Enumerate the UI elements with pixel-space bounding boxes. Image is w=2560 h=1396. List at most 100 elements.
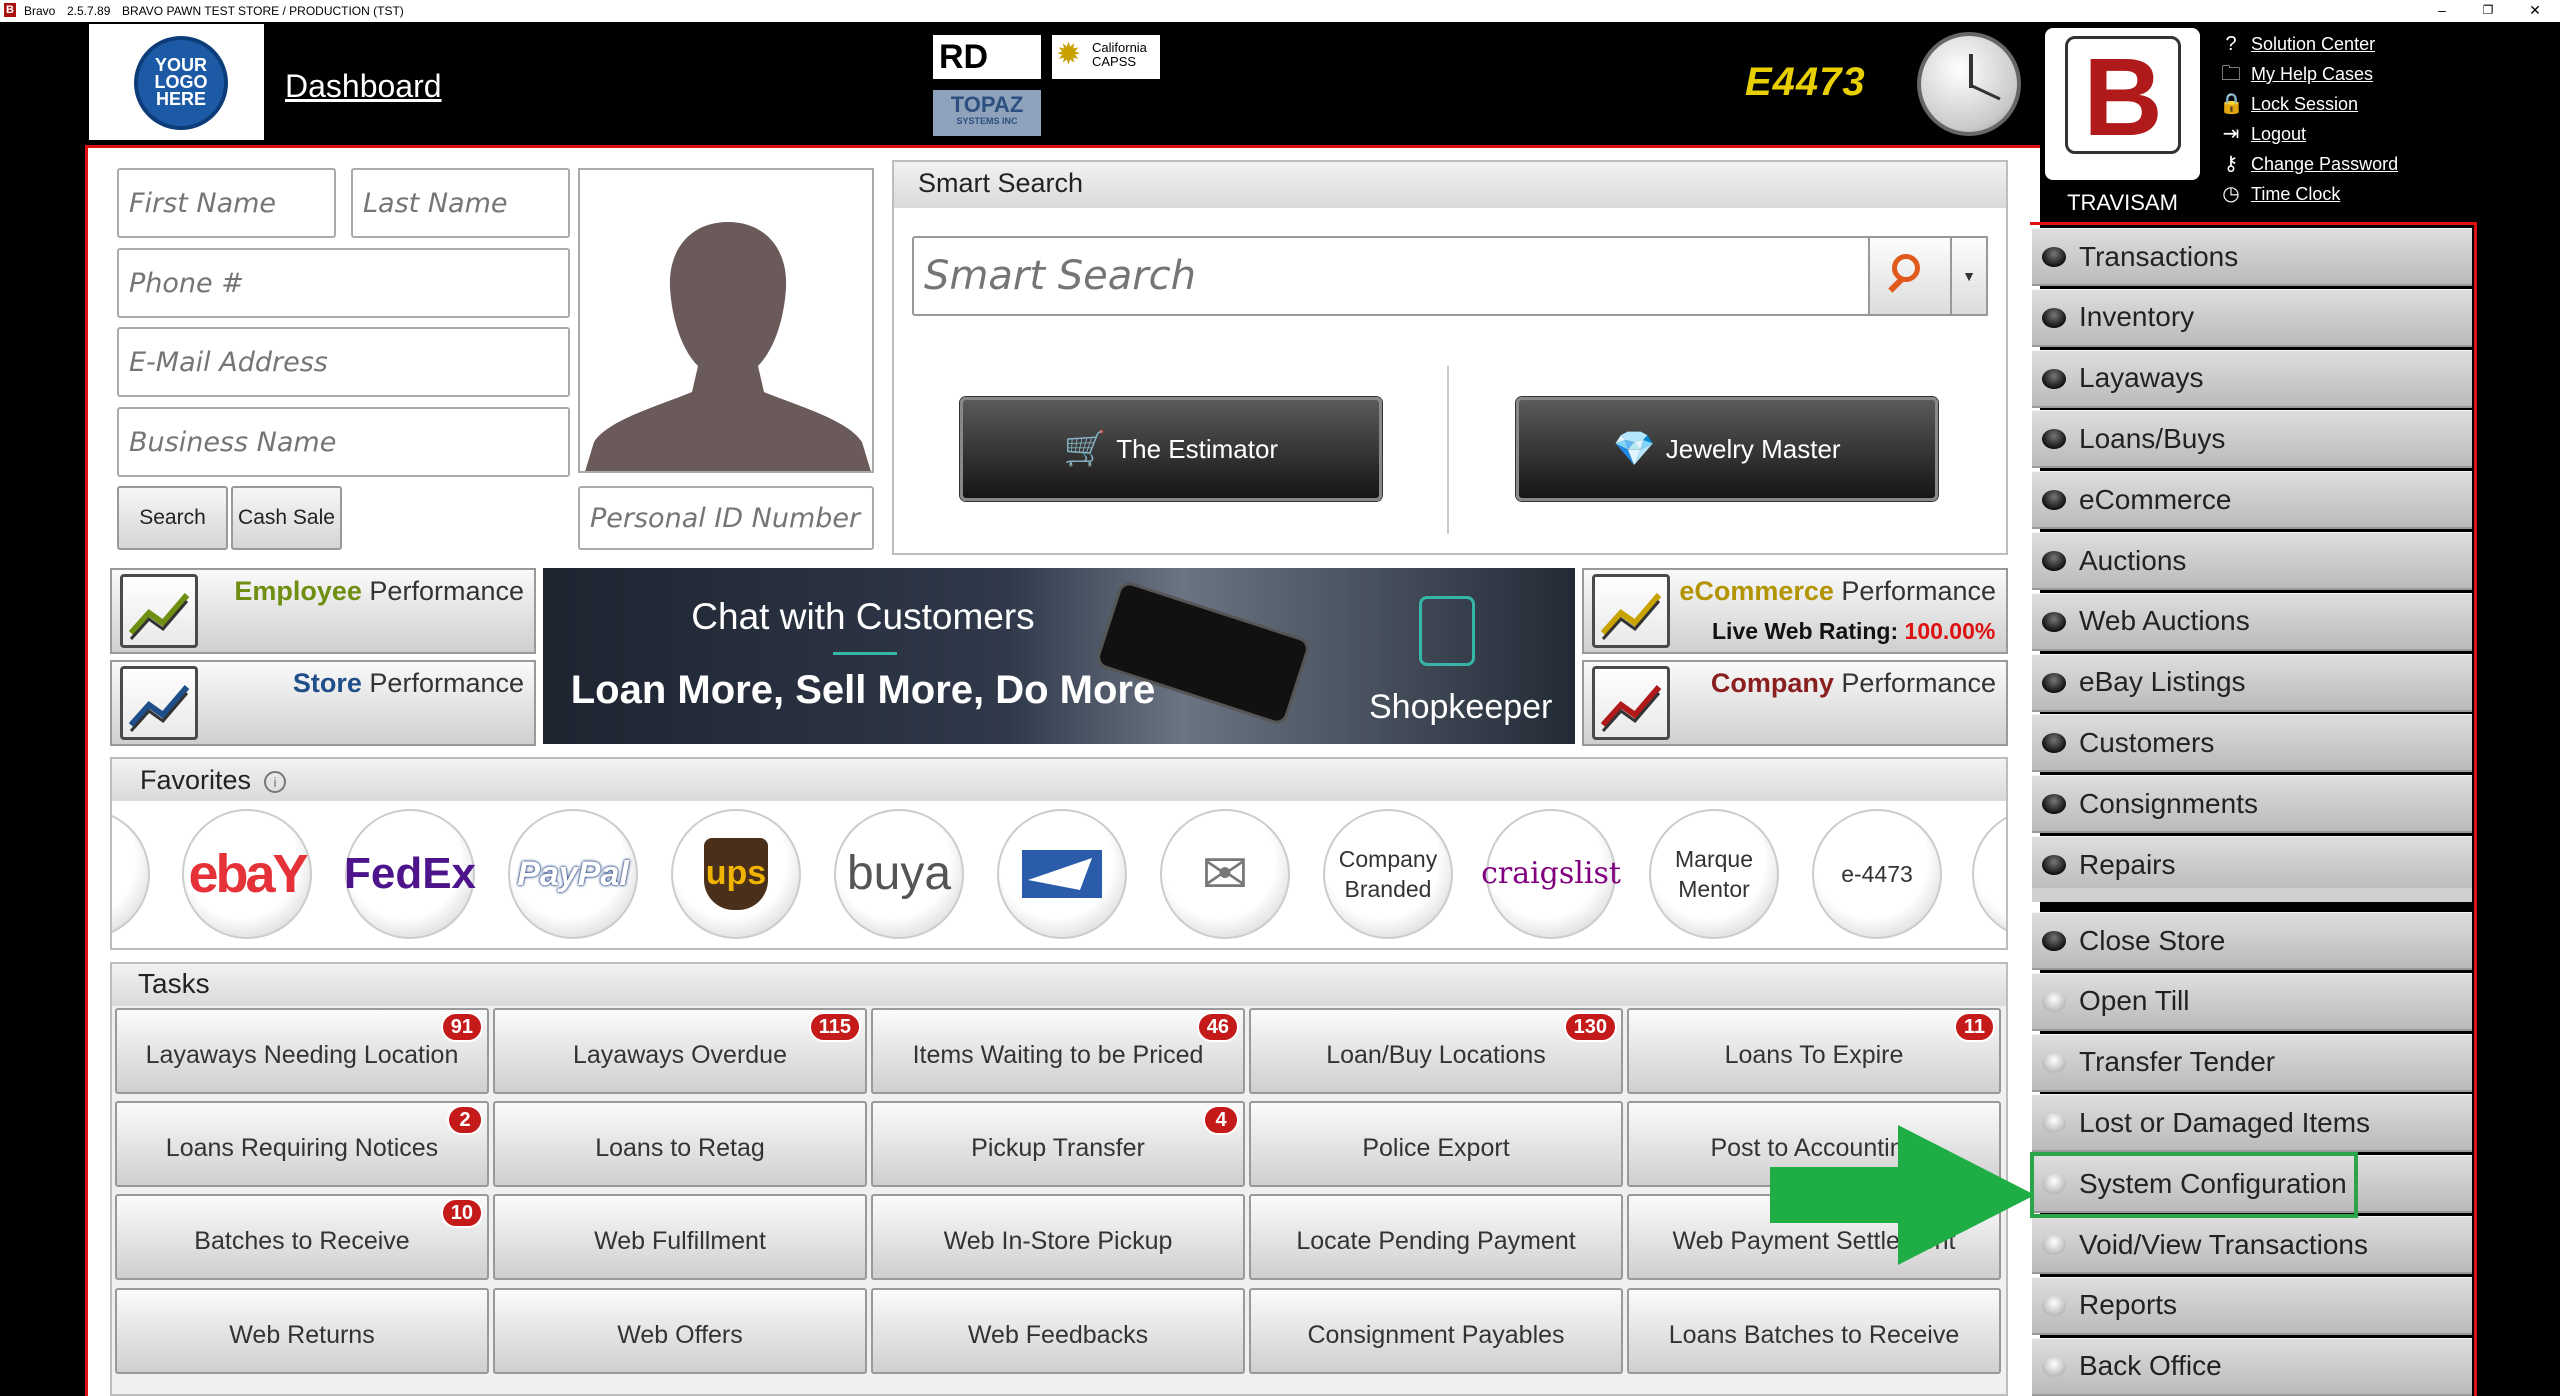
favorite-e4473[interactable]: e-4473: [1812, 809, 1942, 939]
sidebar-item-close-store[interactable]: Close Store: [2032, 912, 2472, 970]
store-highlight: Store: [292, 668, 362, 698]
smart-search-input[interactable]: [912, 236, 1870, 316]
favorite-company-branded[interactable]: Company Branded: [1323, 809, 1453, 939]
business-name-field[interactable]: [117, 407, 570, 477]
app-version: 2.5.7.89: [67, 4, 111, 18]
favorite-marque-mentor[interactable]: Marque Mentor: [1649, 809, 1779, 939]
personal-id-field[interactable]: [578, 486, 874, 550]
web-rating: Live Web Rating: 100.00%: [1712, 618, 1995, 645]
task-layaways-needing-location[interactable]: Layaways Needing Location 91: [115, 1008, 489, 1094]
task-items-waiting-to-be-priced[interactable]: Items Waiting to be Priced 46: [871, 1008, 1245, 1094]
sidebar-item-label: Loans/Buys: [2079, 422, 2226, 454]
first-name-field[interactable]: [117, 168, 336, 238]
link-change-password[interactable]: ⚷ Change Password: [2219, 150, 2398, 178]
link-label: Solution Center: [2251, 34, 2376, 54]
link-lock-session[interactable]: 🔒 Lock Session: [2219, 90, 2358, 118]
task-label: Web In-Store Pickup: [943, 1226, 1173, 1255]
topaz-badge[interactable]: TOPAZ SYSTEMS INC: [933, 90, 1041, 136]
sidebar-item-web-auctions[interactable]: Web Auctions: [2032, 592, 2472, 651]
task-consignment-payables[interactable]: Consignment Payables: [1249, 1288, 1623, 1374]
smart-search-dropdown[interactable]: ▼: [1952, 236, 1988, 316]
sidebar-item-auctions[interactable]: Auctions: [2032, 532, 2472, 590]
customer-photo[interactable]: [578, 168, 874, 473]
task-layaways-overdue[interactable]: Layaways Overdue 115: [493, 1008, 867, 1094]
link-solution-center[interactable]: ? Solution Center: [2219, 30, 2375, 58]
task-web-in-store-pickup[interactable]: Web In-Store Pickup: [871, 1194, 1245, 1280]
task-loans-to-retag[interactable]: Loans to Retag: [493, 1101, 867, 1187]
email-field[interactable]: [117, 327, 570, 397]
favorite-ebay[interactable]: ebaY: [182, 809, 312, 939]
sidebar-item-label: Transactions: [2079, 240, 2239, 272]
task-label: Police Export: [1362, 1133, 1510, 1162]
highlight-box: [2030, 1152, 2358, 1218]
link-label: Time Clock: [2251, 184, 2341, 204]
rd-badge[interactable]: RD: [933, 35, 1041, 79]
favorite-usps[interactable]: [997, 809, 1127, 939]
task-police-export[interactable]: Police Export: [1249, 1101, 1623, 1187]
sidebar-item-repairs[interactable]: Repairs: [2032, 836, 2472, 894]
task-web-fulfillment[interactable]: Web Fulfillment: [493, 1194, 867, 1280]
link-logout[interactable]: ⇥ Logout: [2219, 120, 2306, 148]
close-button[interactable]: ✕: [2515, 0, 2555, 22]
sidebar-item-open-till[interactable]: Open Till: [2032, 972, 2472, 1031]
app-icon: B: [4, 3, 16, 17]
sidebar-item-back-office[interactable]: Back Office: [2032, 1337, 2472, 1396]
favorite-partial-left[interactable]: [112, 809, 150, 939]
restore-button[interactable]: ❐: [2468, 0, 2508, 22]
sidebar-item-void-view-transactions[interactable]: Void/View Transactions: [2032, 1216, 2472, 1274]
task-batches-to-receive[interactable]: Batches to Receive 10: [115, 1194, 489, 1280]
task-loan-buy-locations[interactable]: Loan/Buy Locations 130: [1249, 1008, 1623, 1094]
favorite-partial-right[interactable]: [1972, 809, 2006, 939]
task-loans-requiring-notices[interactable]: Loans Requiring Notices 2: [115, 1101, 489, 1187]
estimator-button[interactable]: 🛒 The Estimator: [960, 397, 1382, 501]
favorite-fedex[interactable]: FedEx: [344, 809, 476, 939]
task-web-offers[interactable]: Web Offers: [493, 1288, 867, 1374]
company-chart-icon: [1592, 666, 1670, 740]
info-icon[interactable]: i: [264, 771, 286, 793]
task-loans-to-expire[interactable]: Loans To Expire 11: [1627, 1008, 2001, 1094]
sidebar-item-layaways[interactable]: Layaways: [2032, 349, 2472, 408]
task-web-returns[interactable]: Web Returns: [115, 1288, 489, 1374]
sidebar-item-reports[interactable]: Reports: [2032, 1276, 2472, 1335]
task-locate-pending-payment[interactable]: Locate Pending Payment: [1249, 1194, 1623, 1280]
last-name-field[interactable]: [351, 168, 570, 238]
sidebar-item-label: eCommerce: [2079, 483, 2232, 515]
module-dot-icon: [2042, 733, 2066, 754]
minimize-button[interactable]: –: [2422, 0, 2462, 22]
task-loans-batches-to-receive[interactable]: Loans Batches to Receive: [1627, 1288, 2001, 1374]
shopkeeper-banner[interactable]: Chat with Customers Loan More, Sell More…: [543, 568, 1575, 744]
sidebar-item-consignments[interactable]: Consignments: [2032, 775, 2472, 834]
favorite-email[interactable]: ✉: [1160, 809, 1290, 939]
sidebar-item-customers[interactable]: Customers: [2032, 714, 2472, 773]
phone-field[interactable]: [117, 248, 570, 318]
link-time-clock[interactable]: ◷ Time Clock: [2219, 180, 2340, 208]
smart-search-button[interactable]: [1868, 236, 1952, 316]
jewelry-master-button[interactable]: 💎 Jewelry Master: [1516, 397, 1938, 501]
company-performance-tile[interactable]: Company Performance: [1582, 660, 2008, 746]
capss-badge[interactable]: ✹ California CAPSS: [1052, 35, 1160, 79]
employee-performance-tile[interactable]: Employee Performance: [110, 568, 536, 654]
ecommerce-suffix: Performance: [1841, 576, 1996, 606]
link-my-help-cases[interactable]: 🗀 My Help Cases: [2219, 60, 2373, 88]
sidebar-item-loans-buys[interactable]: Loans/Buys: [2032, 410, 2472, 469]
sidebar-item-ebay-listings[interactable]: eBay Listings: [2032, 653, 2472, 712]
favorite-buya[interactable]: buya: [834, 809, 964, 939]
user-avatar[interactable]: B: [2045, 28, 2200, 180]
search-button[interactable]: Search: [117, 486, 228, 550]
favorite-paypal[interactable]: PayPal: [508, 809, 638, 939]
store-performance-tile[interactable]: Store Performance: [110, 660, 536, 746]
task-pickup-transfer[interactable]: Pickup Transfer 4: [871, 1101, 1245, 1187]
sidebar-item-transfer-tender[interactable]: Transfer Tender: [2032, 1033, 2472, 1092]
task-web-feedbacks[interactable]: Web Feedbacks: [871, 1288, 1245, 1374]
cash-sale-button[interactable]: Cash Sale: [231, 486, 342, 550]
favorite-ups[interactable]: ups: [671, 809, 801, 939]
dashboard-link[interactable]: Dashboard: [285, 68, 442, 105]
favorite-craigslist[interactable]: craigslist: [1481, 809, 1621, 939]
sidebar-item-lost-or-damaged-items[interactable]: Lost or Damaged Items: [2032, 1094, 2472, 1153]
sidebar-item-ecommerce[interactable]: eCommerce: [2032, 471, 2472, 530]
e4473-logo[interactable]: E4473: [1745, 60, 1866, 105]
task-label: Web Feedbacks: [967, 1320, 1149, 1349]
sidebar-item-inventory[interactable]: Inventory: [2032, 288, 2472, 347]
sidebar-item-transactions[interactable]: Transactions: [2032, 228, 2472, 286]
topaz-sublabel: SYSTEMS INC: [956, 116, 1018, 126]
